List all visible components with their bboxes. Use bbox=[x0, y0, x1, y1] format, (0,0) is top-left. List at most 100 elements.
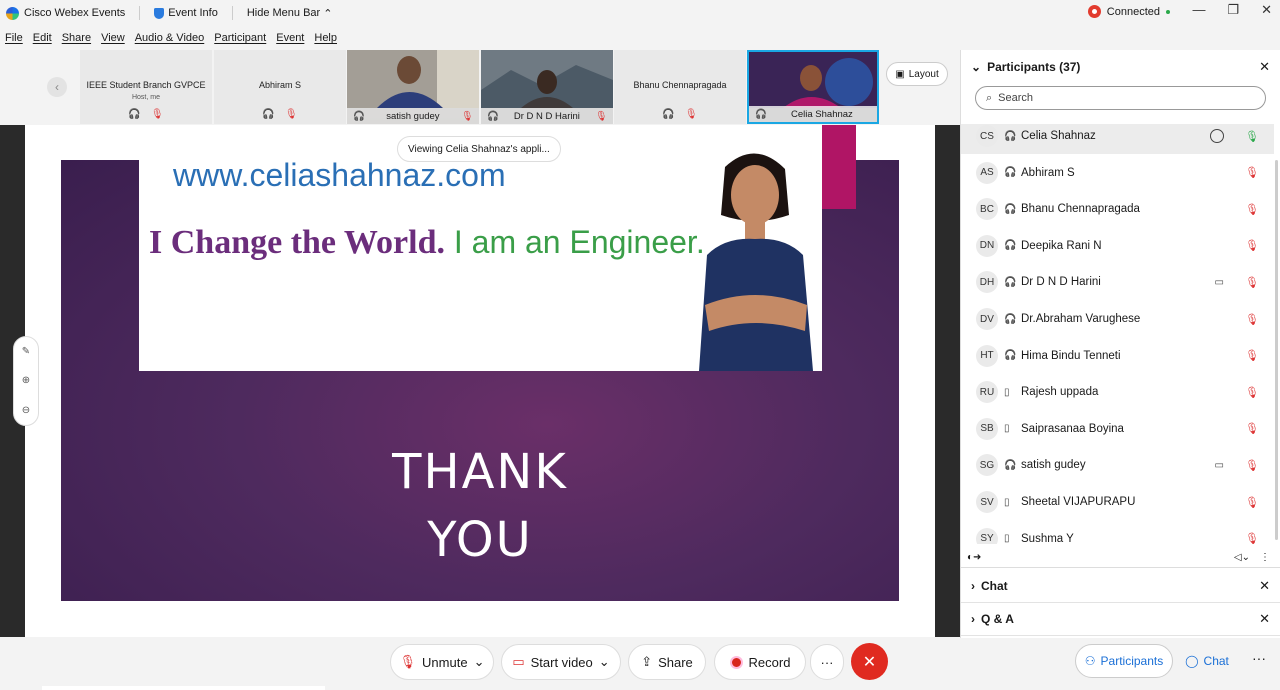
chat-section-header[interactable]: › Chat ✕ bbox=[961, 570, 1280, 603]
more-actions-button[interactable]: ··· bbox=[810, 644, 844, 680]
mic-muted-icon[interactable]: 🎙 bbox=[1245, 459, 1259, 472]
chevron-down-icon[interactable]: ⌄ bbox=[599, 654, 610, 670]
annotate-icon[interactable]: ✎ bbox=[22, 346, 30, 357]
participant-row[interactable]: SB ▯ Saiprasanaa Boyina 🎙 bbox=[961, 411, 1274, 447]
tagline-part-b: I am an Engineer. bbox=[444, 224, 705, 260]
more-options-icon[interactable]: ⋮ bbox=[1260, 552, 1270, 563]
hide-menu-bar-button[interactable]: Hide Menu Bar ⌃ bbox=[247, 7, 333, 20]
close-qa-icon[interactable]: ✕ bbox=[1259, 611, 1270, 627]
mic-muted-icon[interactable]: 🎙 bbox=[1245, 422, 1259, 435]
menu-participant[interactable]: Participant bbox=[214, 32, 266, 44]
mic-muted-icon: 🎙 bbox=[594, 110, 607, 122]
mic-muted-icon[interactable]: 🎙 bbox=[1245, 386, 1259, 399]
layout-button[interactable]: ▣ Layout bbox=[886, 62, 948, 86]
minimize-icon[interactable]: — bbox=[1192, 2, 1205, 18]
search-placeholder: Search bbox=[998, 92, 1034, 104]
tagline-part-a: I Change the World. bbox=[149, 224, 445, 261]
shared-slide: THANK YOU www.celiashahnaz.com I Change … bbox=[25, 125, 935, 637]
viewing-share-pill[interactable]: Viewing Celia Shahnaz's appli... bbox=[397, 136, 561, 162]
participant-row[interactable]: CS 🎧 Celia Shahnaz 🎙 bbox=[961, 124, 1274, 154]
participants-toggle-button[interactable]: ⚇ Participants bbox=[1075, 644, 1173, 678]
avatar: RU bbox=[976, 381, 998, 404]
mic-active-icon[interactable]: 🎙 bbox=[1245, 130, 1259, 143]
menu-audio-video[interactable]: Audio & Video bbox=[135, 32, 205, 44]
video-tile[interactable]: IEEE Student Branch GVPCE Host, me 🎧 🎙 bbox=[80, 50, 212, 124]
chat-toggle-button[interactable]: ◯ Chat bbox=[1177, 644, 1237, 678]
participant-row[interactable]: SV ▯ Sheetal VIJAPURAPU 🎙 bbox=[961, 484, 1274, 520]
participant-name: Sheetal VIJAPURAPU bbox=[1021, 496, 1136, 508]
participant-list-scrollbar[interactable] bbox=[1275, 160, 1278, 540]
zoom-out-icon[interactable]: ⊖ bbox=[22, 405, 30, 416]
unmute-button[interactable]: 🎙 Unmute ⌄ bbox=[390, 644, 494, 680]
end-meeting-button[interactable]: ✕ bbox=[851, 643, 888, 680]
participant-row[interactable]: DV 🎧 Dr.Abraham Varughese 🎙 bbox=[961, 301, 1274, 337]
participant-row[interactable]: DH 🎧 Dr D N D Harini ▭ 🎙 bbox=[961, 264, 1274, 300]
reactions-icon[interactable]: ◁⌄ bbox=[1234, 552, 1250, 563]
participants-toggle-label: Participants bbox=[1100, 654, 1164, 668]
participant-search-input[interactable]: ⌕ Search bbox=[975, 86, 1266, 110]
chat-toggle-label: Chat bbox=[1203, 654, 1229, 668]
close-icon[interactable]: ✕ bbox=[1261, 2, 1272, 18]
mic-muted-icon[interactable]: 🎙 bbox=[1245, 496, 1259, 509]
mic-muted-icon[interactable]: 🎙 bbox=[1245, 276, 1259, 289]
start-video-button[interactable]: ▭ Start video ⌄ bbox=[501, 644, 621, 680]
video-strip: ‹ IEEE Student Branch GVPCE Host, me 🎧 🎙 … bbox=[0, 50, 960, 124]
menu-view[interactable]: View bbox=[101, 32, 125, 44]
zoom-in-icon[interactable]: ⊕ bbox=[22, 375, 30, 386]
participant-row[interactable]: BC 🎧 Bhanu Chennapragada 🎙 bbox=[961, 191, 1274, 227]
connection-status[interactable]: Connected bbox=[1087, 5, 1170, 18]
participant-row[interactable]: AS 🎧 Abhiram S 🎙 bbox=[961, 155, 1274, 191]
participant-row[interactable]: HT 🎧 Hima Bindu Tenneti 🎙 bbox=[961, 338, 1274, 374]
participant-name: Abhiram S bbox=[1021, 166, 1075, 179]
taskbar-strip bbox=[42, 686, 325, 690]
mic-muted-icon[interactable]: 🎙 bbox=[1245, 166, 1259, 179]
participant-row[interactable]: SG 🎧 satish gudey ▭ 🎙 bbox=[961, 447, 1274, 483]
headset-icon: 🎧 bbox=[755, 108, 767, 120]
mic-muted-icon[interactable]: 🎙 bbox=[1245, 239, 1259, 252]
share-button[interactable]: ⇪ Share bbox=[628, 644, 706, 680]
video-tile[interactable]: Abhiram S 🎧 🎙 bbox=[214, 50, 346, 124]
connected-dot-icon bbox=[1166, 9, 1170, 14]
headset-icon: 🎧 bbox=[1004, 276, 1017, 288]
video-tile[interactable]: Bhanu Chennapragada 🎧 🎙 bbox=[614, 50, 746, 124]
raise-hand-icon[interactable]: ◐➜ bbox=[967, 552, 981, 563]
event-info-button[interactable]: Event Info bbox=[154, 7, 218, 19]
thank-line: THANK bbox=[392, 444, 568, 500]
video-camera-icon: ▭ bbox=[1214, 459, 1224, 471]
participant-row[interactable]: DN 🎧 Deepika Rani N 🎙 bbox=[961, 228, 1274, 264]
menu-event[interactable]: Event bbox=[276, 32, 304, 44]
chevron-down-icon[interactable]: ⌄ bbox=[971, 60, 981, 74]
headset-icon: 🎧 bbox=[1004, 167, 1017, 179]
headset-icon: 🎧 bbox=[353, 110, 365, 122]
chevron-up-icon: ⌃ bbox=[323, 7, 333, 20]
chevron-right-icon: › bbox=[971, 612, 975, 626]
qa-section-title: Q & A bbox=[981, 612, 1014, 626]
mic-muted-icon[interactable]: 🎙 bbox=[1245, 349, 1259, 362]
menu-help[interactable]: Help bbox=[314, 32, 337, 44]
video-tile[interactable]: 🎧 Dr D N D Harini 🎙 bbox=[481, 50, 613, 124]
video-tile-active-speaker[interactable]: 🎧 Celia Shahnaz bbox=[747, 50, 879, 124]
tile-name: Dr D N D Harini bbox=[513, 110, 580, 122]
avatar: SY bbox=[976, 527, 998, 544]
participant-row[interactable]: SY ▯ Sushma Y 🎙 bbox=[961, 521, 1274, 544]
menu-edit[interactable]: Edit bbox=[33, 32, 52, 44]
video-tile[interactable]: 🎧 satish gudey 🎙 bbox=[347, 50, 479, 124]
participant-row[interactable]: RU ▯ Rajesh uppada 🎙 bbox=[961, 374, 1274, 410]
participant-name: Rajesh uppada bbox=[1021, 386, 1099, 399]
participants-panel: ⌄ Participants (37) ✕ ⌕ Search Host, meC… bbox=[960, 50, 1280, 638]
menu-share[interactable]: Share bbox=[62, 32, 91, 44]
tile-name: Bhanu Chennapragada bbox=[633, 80, 727, 90]
qa-section-header[interactable]: › Q & A ✕ bbox=[961, 603, 1280, 636]
chat-bubble-icon[interactable] bbox=[1210, 129, 1224, 143]
mic-muted-icon[interactable]: 🎙 bbox=[1245, 203, 1259, 216]
restore-icon[interactable]: ❐ bbox=[1227, 2, 1239, 18]
panel-more-icon[interactable]: ··· bbox=[1252, 650, 1266, 666]
chevron-down-icon[interactable]: ⌄ bbox=[474, 654, 485, 670]
close-participants-icon[interactable]: ✕ bbox=[1259, 59, 1270, 75]
mic-muted-icon[interactable]: 🎙 bbox=[1245, 313, 1259, 326]
menu-file[interactable]: File bbox=[5, 32, 23, 44]
strip-prev-icon[interactable]: ‹ bbox=[47, 77, 67, 97]
mic-muted-icon[interactable]: 🎙 bbox=[1245, 532, 1259, 544]
record-button[interactable]: Record bbox=[714, 644, 806, 680]
close-chat-icon[interactable]: ✕ bbox=[1259, 578, 1270, 594]
